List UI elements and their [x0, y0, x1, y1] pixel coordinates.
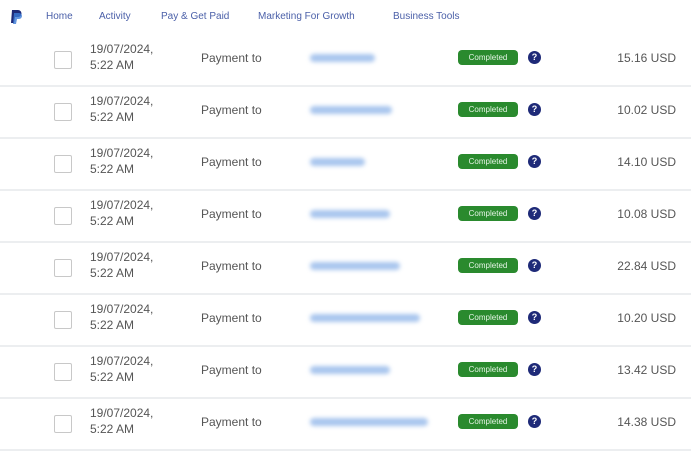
date-text: 19/07/2024,	[90, 250, 154, 264]
row-checkbox[interactable]	[54, 155, 72, 173]
status-badge: Completed	[458, 310, 518, 325]
transaction-type: Payment to	[201, 155, 262, 169]
paypal-logo-icon[interactable]	[10, 9, 22, 25]
status-badge: Completed	[458, 206, 518, 221]
transaction-type: Payment to	[201, 103, 262, 117]
row-checkbox[interactable]	[54, 259, 72, 277]
help-icon[interactable]: ?	[528, 363, 541, 376]
help-icon[interactable]: ?	[528, 259, 541, 272]
transaction-amount: 10.02 USD	[617, 103, 676, 117]
help-icon[interactable]: ?	[528, 207, 541, 220]
transaction-type: Payment to	[201, 259, 262, 273]
time-text: 5:22 AM	[90, 214, 135, 228]
transaction-type: Payment to	[201, 207, 262, 221]
transaction-amount: 15.16 USD	[617, 51, 676, 65]
help-icon[interactable]: ?	[528, 155, 541, 168]
transaction-date: 19/07/2024, 5:22 AM	[90, 405, 153, 437]
nav-pay-get-paid[interactable]: Pay & Get Paid	[161, 11, 229, 22]
transaction-amount: 22.84 USD	[617, 259, 676, 273]
date-text: 19/07/2024,	[90, 302, 154, 316]
status-badge: Completed	[458, 258, 518, 273]
transaction-row[interactable]: 19/07/2024, 5:22 AM Payment to Completed …	[0, 33, 691, 87]
recipient-name-blurred[interactable]	[310, 210, 390, 218]
transaction-date: 19/07/2024, 5:22 AM	[90, 353, 153, 385]
transaction-amount: 14.10 USD	[617, 155, 676, 169]
transaction-date: 19/07/2024, 5:22 AM	[90, 301, 153, 333]
recipient-name-blurred[interactable]	[310, 314, 420, 322]
transaction-row[interactable]: 19/07/2024, 5:22 AM Payment to Completed …	[0, 137, 691, 191]
transaction-date: 19/07/2024, 5:22 AM	[90, 41, 153, 73]
date-text: 19/07/2024,	[90, 406, 154, 420]
recipient-name-blurred[interactable]	[310, 106, 392, 114]
date-text: 19/07/2024,	[90, 198, 154, 212]
row-checkbox[interactable]	[54, 415, 72, 433]
date-text: 19/07/2024,	[90, 42, 154, 56]
transaction-row[interactable]: 19/07/2024, 5:22 AM Payment to Completed …	[0, 85, 691, 139]
transaction-type: Payment to	[201, 311, 262, 325]
help-icon[interactable]: ?	[528, 51, 541, 64]
transaction-amount: 10.20 USD	[617, 311, 676, 325]
status-badge: Completed	[458, 154, 518, 169]
transaction-date: 19/07/2024, 5:22 AM	[90, 93, 153, 125]
row-checkbox[interactable]	[54, 51, 72, 69]
transaction-amount: 10.08 USD	[617, 207, 676, 221]
nav-activity[interactable]: Activity	[99, 11, 131, 22]
time-text: 5:22 AM	[90, 370, 135, 384]
time-text: 5:22 AM	[90, 422, 135, 436]
transaction-date: 19/07/2024, 5:22 AM	[90, 145, 153, 177]
row-checkbox[interactable]	[54, 311, 72, 329]
row-checkbox[interactable]	[54, 207, 72, 225]
time-text: 5:22 AM	[90, 162, 135, 176]
recipient-name-blurred[interactable]	[310, 54, 375, 62]
status-badge: Completed	[458, 50, 518, 65]
recipient-name-blurred[interactable]	[310, 418, 428, 426]
time-text: 5:22 AM	[90, 266, 135, 280]
transaction-type: Payment to	[201, 415, 262, 429]
help-icon[interactable]: ?	[528, 311, 541, 324]
date-text: 19/07/2024,	[90, 94, 154, 108]
top-nav: Home Activity Pay & Get Paid Marketing F…	[0, 0, 691, 34]
time-text: 5:22 AM	[90, 110, 135, 124]
date-text: 19/07/2024,	[90, 146, 154, 160]
date-text: 19/07/2024,	[90, 354, 154, 368]
nav-marketing[interactable]: Marketing For Growth	[258, 11, 355, 22]
time-text: 5:22 AM	[90, 318, 135, 332]
transaction-type: Payment to	[201, 363, 262, 377]
transaction-row[interactable]: 19/07/2024, 5:22 AM Payment to Completed …	[0, 293, 691, 347]
transaction-row[interactable]: 19/07/2024, 5:22 AM Payment to Completed …	[0, 241, 691, 295]
transaction-date: 19/07/2024, 5:22 AM	[90, 249, 153, 281]
transaction-amount: 13.42 USD	[617, 363, 676, 377]
transaction-row[interactable]: 19/07/2024, 5:22 AM Payment to Completed …	[0, 397, 691, 451]
nav-home[interactable]: Home	[46, 11, 73, 22]
help-icon[interactable]: ?	[528, 103, 541, 116]
status-badge: Completed	[458, 102, 518, 117]
row-checkbox[interactable]	[54, 103, 72, 121]
transaction-amount: 14.38 USD	[617, 415, 676, 429]
row-checkbox[interactable]	[54, 363, 72, 381]
recipient-name-blurred[interactable]	[310, 366, 390, 374]
recipient-name-blurred[interactable]	[310, 262, 400, 270]
transaction-row[interactable]: 19/07/2024, 5:22 AM Payment to Completed …	[0, 345, 691, 399]
help-icon[interactable]: ?	[528, 415, 541, 428]
recipient-name-blurred[interactable]	[310, 158, 365, 166]
transaction-row[interactable]: 19/07/2024, 5:22 AM Payment to Completed …	[0, 189, 691, 243]
time-text: 5:22 AM	[90, 58, 135, 72]
status-badge: Completed	[458, 362, 518, 377]
transaction-type: Payment to	[201, 51, 262, 65]
nav-business-tools[interactable]: Business Tools	[393, 11, 460, 22]
transaction-date: 19/07/2024, 5:22 AM	[90, 197, 153, 229]
status-badge: Completed	[458, 414, 518, 429]
